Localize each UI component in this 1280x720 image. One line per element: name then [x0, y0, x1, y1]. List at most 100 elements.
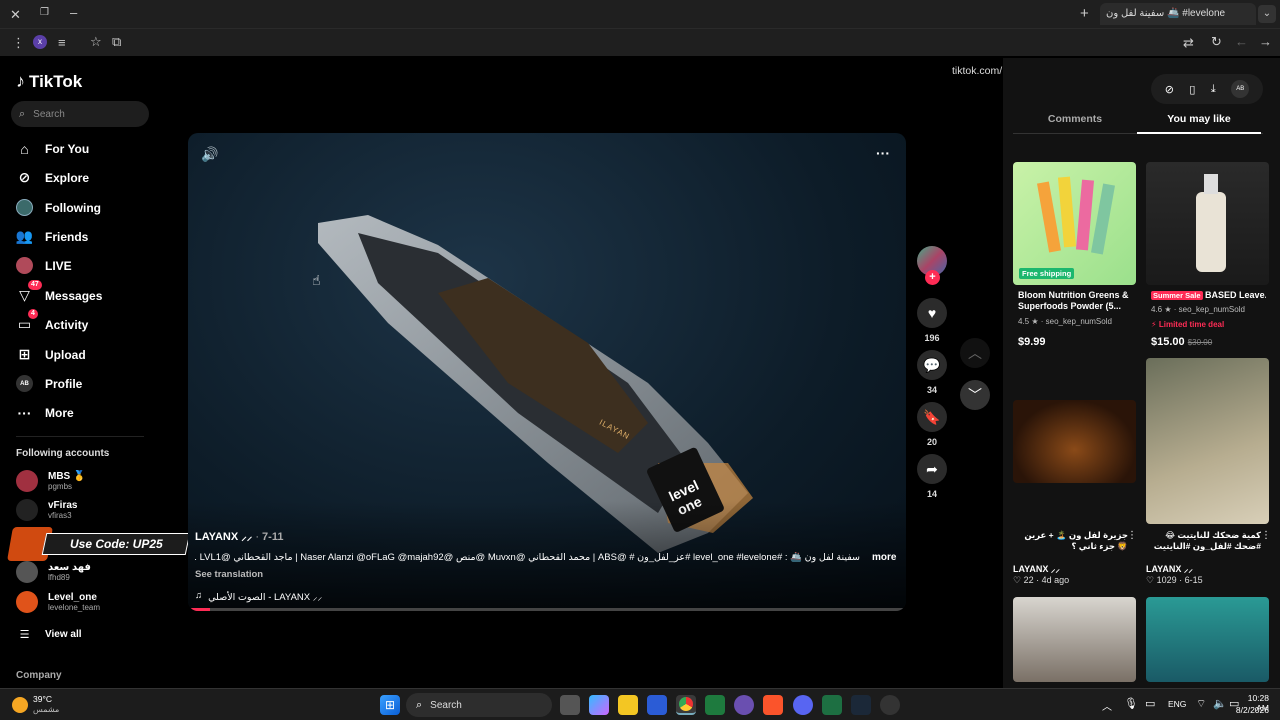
video-thumbnail[interactable] [1146, 358, 1269, 524]
download-icon[interactable]: ⤓ [1211, 83, 1216, 96]
nav-following[interactable]: Following [16, 199, 101, 216]
video-title[interactable]: كمية ضحكك للنايتيت 😂 #ضحك #لفل_ون #الناي… [1146, 530, 1261, 552]
progress-track[interactable] [188, 608, 906, 611]
previous-video-button[interactable]: ︿ [960, 338, 990, 368]
video-player[interactable]: level one ILAYAN 🔊 ··· LAYANX ⸝⸝ · 7-11 … [188, 133, 906, 611]
app-icon[interactable] [880, 695, 900, 715]
product-stick [1037, 181, 1061, 253]
new-tab-icon[interactable]: + [1080, 6, 1089, 21]
language-indicator[interactable]: ENG [1168, 699, 1186, 709]
video-author[interactable]: LAYANX ⸝⸝ [195, 531, 252, 543]
extension-icon[interactable]: x [33, 35, 47, 49]
video-options-icon[interactable]: ⋮ [1261, 530, 1271, 541]
chevron-up-icon: ︿ [968, 345, 982, 361]
nav-more[interactable]: ··· More [16, 404, 74, 421]
restore-window-icon[interactable]: ❐ [40, 8, 49, 18]
nav-upload[interactable]: ⊞ Upload [16, 346, 86, 363]
video-options-icon[interactable]: ⋮ [1127, 530, 1137, 541]
start-button[interactable]: ⊞ [380, 695, 400, 715]
product-title[interactable]: Bloom Nutrition Greens & Superfoods Powd… [1018, 290, 1133, 312]
account-item[interactable]: فهد سعد lfhd89 [16, 561, 91, 583]
activity-badge: 4 [28, 309, 38, 319]
nav-friends[interactable]: 👥 Friends [16, 228, 89, 245]
account-item[interactable]: vFiras vfiras3 [16, 499, 77, 521]
product-card-image[interactable]: Free shipping [1013, 162, 1136, 285]
tab-you-may-like[interactable]: You may like [1137, 113, 1261, 125]
caption-more-button[interactable]: more [872, 552, 896, 563]
see-translation-link[interactable]: See translation [195, 569, 263, 580]
tray-expand-icon[interactable]: ︿ [1102, 698, 1112, 713]
tab-search-icon[interactable]: ⌄ [1258, 5, 1276, 23]
tiktok-logo[interactable]: ♪ TikTok [16, 71, 82, 92]
comment-button[interactable]: 💬 [917, 350, 947, 380]
discord-icon[interactable] [793, 695, 813, 715]
terminal-icon[interactable] [705, 695, 725, 715]
sound-line[interactable]: ♫ الصوت الأصلي - LAYANX ⸝⸝ [195, 590, 322, 603]
task-view-icon[interactable] [560, 695, 580, 715]
next-video-button[interactable]: ﹀ [960, 380, 990, 410]
product-card-image[interactable] [1146, 162, 1269, 285]
excel-icon[interactable] [822, 695, 842, 715]
video-author-line[interactable]: LAYANX ⸝⸝ · 7-11 [195, 529, 283, 544]
minimize-window-icon[interactable]: – [70, 6, 77, 19]
nav-activity[interactable]: ▭ 4 Activity [16, 309, 89, 333]
video-author[interactable]: LAYANX ⸝⸝ [1146, 562, 1193, 575]
taskbar-search[interactable]: ⌕ Search [406, 693, 552, 717]
chrome-icon[interactable] [676, 695, 696, 715]
like-button[interactable]: ♥ [917, 298, 947, 328]
steam-icon[interactable] [851, 695, 871, 715]
account-item[interactable]: Level_one levelone_team [16, 591, 100, 613]
company-link[interactable]: Company [16, 670, 62, 681]
tab-comments[interactable]: Comments [1013, 113, 1137, 125]
forward-icon[interactable]: ← [1235, 35, 1248, 48]
search-input[interactable]: Search [33, 109, 65, 120]
nav-profile[interactable]: AB Profile [16, 375, 82, 392]
browser-tab[interactable]: سفينة لفل ون 🚢 #levelone [1100, 3, 1256, 25]
view-all-link[interactable]: ☰ View all [16, 626, 82, 643]
volume-icon[interactable]: 🔊 [201, 146, 218, 163]
copilot-icon[interactable] [589, 695, 609, 715]
reload-icon[interactable]: ↻ [1211, 35, 1222, 48]
site-settings-icon[interactable]: ⇄ [1183, 36, 1194, 49]
bookmark-star-icon[interactable]: ☆ [90, 35, 102, 48]
product-title-line[interactable]: Summer Sale BASED Leave... [1151, 290, 1266, 301]
microphone-icon[interactable]: 🎙 [1124, 697, 1138, 710]
more-options-icon[interactable]: ··· [876, 145, 890, 161]
install-app-icon[interactable]: ⧉ [112, 35, 121, 48]
video-title[interactable]: جزيرة لفل ون 🏝️ + عرين 🦁 جزء ثاني ؟ [1013, 530, 1128, 552]
discover-icon[interactable]: ⊘ [1165, 83, 1174, 96]
nav-live[interactable]: LIVE [16, 257, 72, 274]
live-icon [16, 257, 33, 274]
store-icon[interactable] [647, 695, 667, 715]
save-button[interactable]: 🔖 [917, 402, 947, 432]
volume-icon[interactable]: 🔈 [1213, 697, 1227, 710]
nav-label: Profile [45, 376, 83, 391]
video-thumbnail[interactable] [1013, 597, 1136, 682]
file-explorer-icon[interactable] [618, 695, 638, 715]
app-icon[interactable] [734, 695, 754, 715]
account-item[interactable]: MBS 🥇 pgmbs [16, 470, 85, 492]
reading-list-icon[interactable]: ≡ [58, 36, 66, 49]
nav-label: Activity [45, 317, 89, 332]
avatar[interactable]: AB [1231, 80, 1250, 98]
video-thumbnail[interactable] [1146, 597, 1269, 682]
search-box[interactable]: ⌕ Search [11, 101, 149, 127]
profile-icon: AB [16, 375, 33, 392]
menu-icon[interactable]: ⋮ [12, 36, 25, 49]
brave-icon[interactable] [763, 695, 783, 715]
clock-date[interactable]: 8/2/2026 [1235, 705, 1269, 715]
nav-messages[interactable]: ▽ 47 Messages [16, 280, 102, 304]
chrome-logo [679, 697, 693, 711]
wifi-icon[interactable]: ⌔ [1196, 697, 1206, 711]
weather-icon[interactable] [12, 697, 28, 713]
nav-for-you[interactable]: ⌂ For You [16, 140, 89, 157]
video-thumbnail[interactable] [1013, 400, 1136, 483]
display-icon[interactable]: ▭ [1145, 697, 1155, 710]
share-button[interactable]: ➦ [917, 454, 947, 484]
follow-plus-icon[interactable]: + [925, 270, 940, 285]
close-window-icon[interactable]: ✕ [10, 8, 21, 21]
nav-explore[interactable]: ⊘ Explore [16, 169, 89, 186]
back-icon[interactable]: → [1259, 35, 1272, 48]
device-icon[interactable]: ▯ [1189, 83, 1195, 96]
video-author[interactable]: LAYANX ⸝⸝ [1013, 562, 1060, 575]
